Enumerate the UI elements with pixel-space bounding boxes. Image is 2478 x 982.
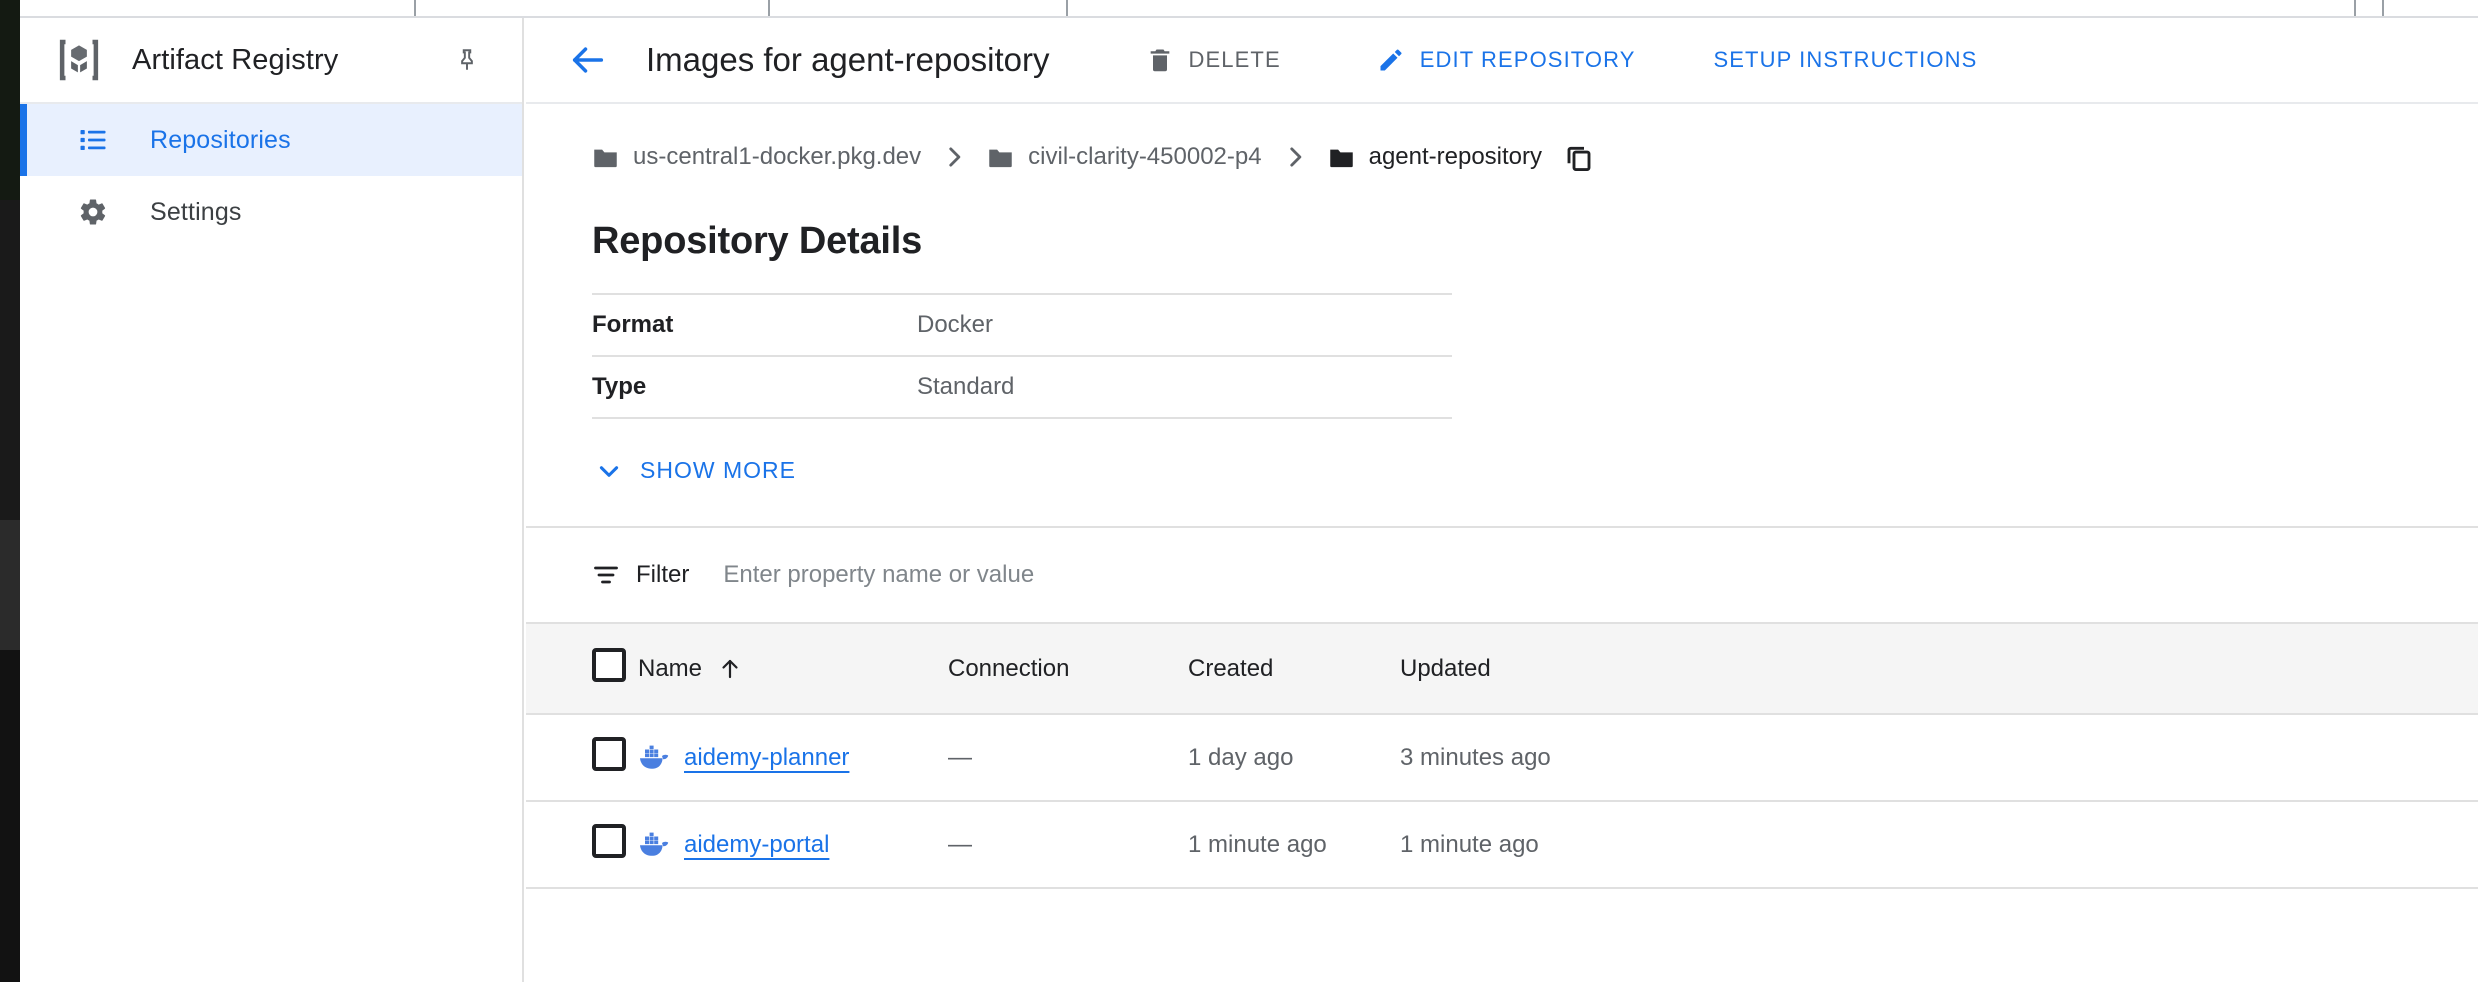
sidebar-item-settings[interactable]: Settings xyxy=(20,176,522,248)
row-select-cell xyxy=(526,714,638,801)
table-row[interactable]: aidemy-portal — 1 minute ago 1 minute ag… xyxy=(526,801,2478,888)
page-toolbar: Images for agent-repository DELETE xyxy=(526,18,2478,104)
edit-repository-button-label: EDIT REPOSITORY xyxy=(1420,47,1636,73)
folder-icon xyxy=(987,146,1014,169)
sidebar-brand: Artifact Registry xyxy=(20,18,522,104)
filter-icon[interactable] xyxy=(592,561,620,589)
arrow-left-icon[interactable] xyxy=(568,40,608,80)
desktop-edge-strip xyxy=(0,0,20,982)
chevron-right-icon xyxy=(1282,144,1308,170)
artifact-registry-cubes-icon xyxy=(52,33,106,87)
column-header-name-label: Name xyxy=(638,655,702,683)
row-select-cell xyxy=(526,801,638,888)
gear-icon xyxy=(78,197,108,227)
content-area: us-central1-docker.pkg.dev c xyxy=(526,104,2478,889)
row-checkbox[interactable] xyxy=(592,824,626,858)
repository-details-block: Repository Details Format Docker Type St… xyxy=(526,220,2478,492)
filter-bar: Filter xyxy=(526,528,2478,622)
filter-label: Filter xyxy=(636,561,689,589)
browser-tab[interactable] xyxy=(2382,0,2478,16)
pencil-icon xyxy=(1377,46,1405,74)
sidebar-nav: Repositories Settings xyxy=(20,104,522,248)
row-updated: 3 minutes ago xyxy=(1400,714,2478,801)
setup-instructions-button[interactable]: SETUP INSTRUCTIONS xyxy=(1696,37,1996,83)
browser-tab-strip[interactable] xyxy=(20,0,2478,16)
row-created: 1 day ago xyxy=(1188,714,1400,801)
breadcrumb: us-central1-docker.pkg.dev c xyxy=(526,104,2478,172)
row-connection: — xyxy=(948,714,1188,801)
repository-details-table: Format Docker Type Standard xyxy=(592,293,1452,419)
browser-tab-active[interactable] xyxy=(1066,0,2356,16)
trash-icon xyxy=(1146,46,1174,74)
screen-root: Artifact Registry xyxy=(0,0,2478,982)
details-key: Format xyxy=(592,294,917,356)
desktop-edge-segment xyxy=(0,0,20,200)
pin-icon[interactable] xyxy=(454,47,480,73)
arrow-up-icon xyxy=(718,657,742,681)
main-content: Images for agent-repository DELETE xyxy=(526,18,2478,982)
details-row: Type Standard xyxy=(592,356,1452,418)
details-row: Format Docker xyxy=(592,294,1452,356)
select-all-header xyxy=(526,623,638,714)
sidebar: Artifact Registry xyxy=(20,18,524,982)
show-more-label: SHOW MORE xyxy=(640,457,796,484)
chevron-down-icon xyxy=(596,458,622,484)
column-header-connection[interactable]: Connection xyxy=(948,623,1188,714)
desktop-edge-segment xyxy=(0,520,20,650)
sidebar-item-label: Settings xyxy=(150,198,242,227)
table-row[interactable]: aidemy-planner — 1 day ago 3 minutes ago xyxy=(526,714,2478,801)
delete-button[interactable]: DELETE xyxy=(1128,36,1299,84)
copy-icon[interactable] xyxy=(1564,142,1594,172)
column-header-updated[interactable]: Updated xyxy=(1400,623,2478,714)
breadcrumb-item-repository: agent-repository xyxy=(1328,143,1542,171)
breadcrumb-label: us-central1-docker.pkg.dev xyxy=(633,143,921,171)
show-more-button[interactable]: SHOW MORE xyxy=(592,449,800,492)
folder-filled-icon xyxy=(1328,146,1355,169)
breadcrumb-label: civil-clarity-450002-p4 xyxy=(1028,143,1261,171)
sidebar-item-repositories[interactable]: Repositories xyxy=(20,104,522,176)
delete-button-label: DELETE xyxy=(1189,47,1281,73)
browser-tab[interactable] xyxy=(414,0,770,16)
image-link[interactable]: aidemy-planner xyxy=(684,744,849,772)
table-header-row: Name Connection xyxy=(526,623,2478,714)
desktop-edge-segment xyxy=(0,200,20,520)
folder-icon xyxy=(592,146,619,169)
details-heading: Repository Details xyxy=(592,220,2478,263)
filter-input[interactable] xyxy=(723,561,1423,589)
image-link[interactable]: aidemy-portal xyxy=(684,831,829,859)
docker-icon xyxy=(638,831,672,859)
row-name-cell: aidemy-planner xyxy=(638,714,948,801)
images-table: Name Connection xyxy=(526,622,2478,889)
details-key: Type xyxy=(592,356,917,418)
docker-icon xyxy=(638,744,672,772)
details-value: Docker xyxy=(917,294,1452,356)
list-icon xyxy=(78,125,108,155)
sidebar-item-label: Repositories xyxy=(150,126,291,155)
app-shell: Artifact Registry xyxy=(20,18,2478,982)
column-header-name[interactable]: Name xyxy=(638,623,948,714)
row-created: 1 minute ago xyxy=(1188,801,1400,888)
select-all-checkbox[interactable] xyxy=(592,648,626,682)
row-connection: — xyxy=(948,801,1188,888)
row-checkbox[interactable] xyxy=(592,737,626,771)
row-updated: 1 minute ago xyxy=(1400,801,2478,888)
chevron-right-icon xyxy=(941,144,967,170)
toolbar-actions: DELETE EDIT REPOSITORY xyxy=(1128,36,1996,84)
breadcrumb-label: agent-repository xyxy=(1369,143,1542,171)
column-header-created[interactable]: Created xyxy=(1188,623,1400,714)
setup-instructions-button-label: SETUP INSTRUCTIONS xyxy=(1714,47,1978,73)
app-title: Artifact Registry xyxy=(132,44,338,77)
details-value: Standard xyxy=(917,356,1452,418)
row-name-cell: aidemy-portal xyxy=(638,801,948,888)
page-title: Images for agent-repository xyxy=(646,41,1050,79)
breadcrumb-item-project[interactable]: civil-clarity-450002-p4 xyxy=(987,143,1261,171)
edit-repository-button[interactable]: EDIT REPOSITORY xyxy=(1359,36,1654,84)
breadcrumb-item-registry[interactable]: us-central1-docker.pkg.dev xyxy=(592,143,921,171)
desktop-edge-segment xyxy=(0,650,20,982)
